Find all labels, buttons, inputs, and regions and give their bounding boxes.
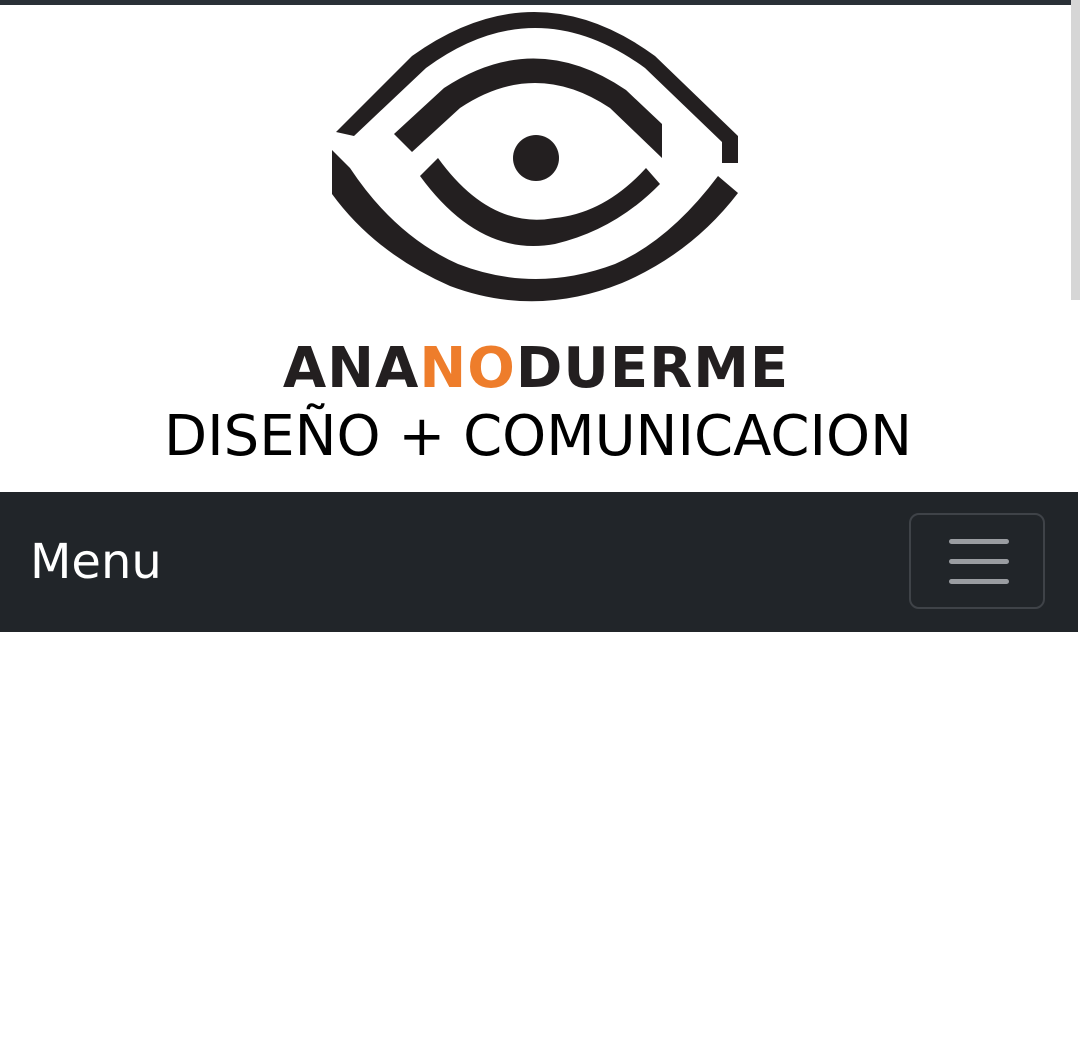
scrollbar-thumb[interactable]	[1071, 0, 1080, 300]
brand-tagline: DISEÑO + COMUNICACION	[164, 404, 912, 469]
eye-logo-icon[interactable]	[330, 8, 740, 308]
main-content	[0, 632, 1078, 1060]
page: ANANODUERME DISEÑO + COMUNICACION Menu	[0, 0, 1080, 1060]
navbar-toggle-button[interactable]	[909, 513, 1045, 609]
brand-name-suffix: DUERME	[515, 336, 790, 401]
browser-top-edge	[0, 0, 1080, 5]
brand-name-prefix: ANA	[282, 336, 420, 401]
hamburger-line	[949, 559, 1009, 564]
hamburger-line	[949, 539, 1009, 544]
hamburger-menu-icon	[949, 539, 1009, 585]
navbar-menu-label[interactable]: Menu	[30, 530, 162, 594]
hamburger-line	[949, 579, 1009, 584]
brand-name[interactable]: ANANODUERME	[0, 338, 1072, 400]
navbar: Menu	[0, 492, 1078, 632]
brand-name-accent: NO	[419, 336, 516, 401]
